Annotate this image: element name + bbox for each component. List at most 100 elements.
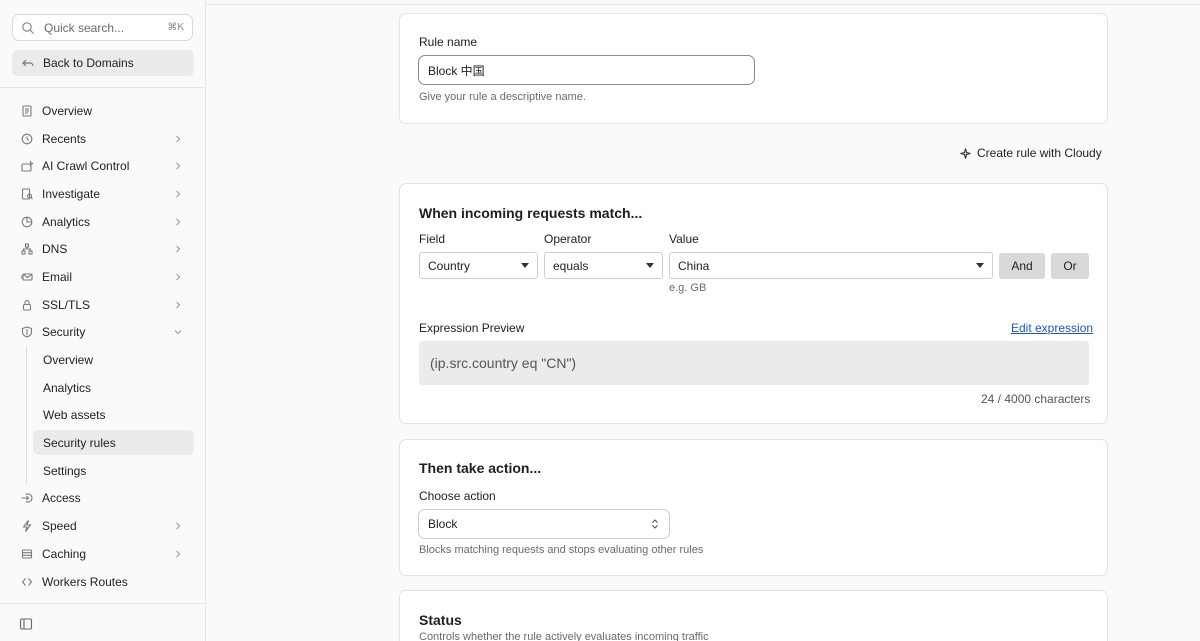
- sidebar-item-label: Analytics: [42, 214, 91, 229]
- action-title: Then take action...: [419, 460, 542, 476]
- updown-chevron-icon: [650, 518, 660, 530]
- chevron-right-icon: [172, 188, 184, 200]
- action-select[interactable]: Block: [418, 509, 670, 539]
- sidebar-item-label: Recents: [42, 131, 87, 146]
- sidebar-subitem-web-assets[interactable]: Web assets: [0, 402, 206, 430]
- quick-search-input[interactable]: Quick search... ⌘K: [12, 14, 193, 41]
- operator-select-value: equals: [553, 258, 589, 273]
- security-submenu: Overview Analytics Web assets Security r…: [0, 346, 206, 486]
- expression-text: (ip.src.country eq "CN"): [430, 355, 577, 371]
- cloudy-label: Create rule with Cloudy: [977, 146, 1102, 160]
- caret-down-icon: [976, 263, 984, 268]
- operator-select[interactable]: equals: [544, 252, 663, 279]
- rule-name-card: Rule name Block 中国 Give your rule a desc…: [399, 13, 1108, 124]
- choose-action-label: Choose action: [419, 489, 496, 503]
- sidebar-subitem-label: Security rules: [43, 436, 116, 451]
- chevron-right-icon: [172, 160, 184, 172]
- lock-icon: [20, 298, 34, 312]
- caching-icon: [20, 547, 34, 561]
- sidebar-item-speed[interactable]: Speed: [0, 512, 206, 540]
- sparkle-icon: [959, 147, 972, 160]
- sidebar-item-label: Email: [42, 269, 73, 284]
- sidebar-item-label: Speed: [42, 519, 77, 534]
- chevron-right-icon: [172, 216, 184, 228]
- sidebar-item-caching[interactable]: Caching: [0, 540, 206, 568]
- sidebar-subitem-settings[interactable]: Settings: [0, 457, 206, 485]
- email-icon: [20, 270, 34, 284]
- or-button[interactable]: Or: [1051, 253, 1089, 279]
- field-select-value: Country: [428, 258, 471, 273]
- or-label: Or: [1063, 259, 1077, 273]
- sidebar-item-label: Caching: [42, 546, 87, 561]
- sidebar-item-dns[interactable]: DNS: [0, 235, 206, 263]
- field-select[interactable]: Country: [419, 252, 538, 279]
- sidebar-subitem-analytics[interactable]: Analytics: [0, 374, 206, 402]
- chevron-right-icon: [172, 520, 184, 532]
- rule-name-label: Rule name: [419, 35, 478, 49]
- sidebar-item-label: Workers Routes: [42, 574, 128, 589]
- value-label: Value: [669, 232, 699, 246]
- clock-icon: [20, 132, 34, 146]
- sidebar-item-workers-routes[interactable]: Workers Routes: [0, 568, 206, 596]
- chevron-right-icon: [172, 299, 184, 311]
- action-select-value: Block: [428, 517, 458, 531]
- match-card: When incoming requests match... Field Op…: [399, 183, 1108, 424]
- expression-preview: (ip.src.country eq "CN"): [419, 341, 1089, 385]
- sidebar-nav: Overview Recents AI Crawl Control Invest…: [0, 97, 206, 595]
- back-to-domains-label: Back to Domains: [43, 56, 134, 70]
- field-label: Field: [419, 232, 446, 246]
- sidebar-item-label: Overview: [42, 103, 93, 118]
- edit-expression-link[interactable]: Edit expression: [1011, 321, 1093, 335]
- sidebar-item-recents[interactable]: Recents: [0, 125, 206, 153]
- chevron-right-icon: [172, 271, 184, 283]
- caret-down-icon: [521, 263, 529, 268]
- sidebar-subitem-overview[interactable]: Overview: [0, 346, 206, 374]
- and-label: And: [1011, 259, 1033, 273]
- sidebar-item-label: DNS: [42, 242, 68, 257]
- sidebar-item-investigate[interactable]: Investigate: [0, 180, 206, 208]
- sidebar-item-label: Access: [42, 491, 81, 506]
- sidebar-item-label: AI Crawl Control: [42, 159, 130, 174]
- sidebar-item-ai-crawl-control[interactable]: AI Crawl Control: [0, 152, 206, 180]
- and-button[interactable]: And: [999, 253, 1045, 279]
- sidebar-subitem-security-rules[interactable]: Security rules: [0, 429, 206, 457]
- shield-icon: [20, 325, 34, 339]
- investigate-icon: [20, 187, 34, 201]
- chevron-right-icon: [172, 548, 184, 560]
- rule-name-help: Give your rule a descriptive name.: [419, 91, 586, 103]
- sidebar-subitem-label: Analytics: [43, 380, 92, 395]
- expression-preview-label: Expression Preview: [419, 321, 525, 335]
- sidebar-item-email[interactable]: Email: [0, 263, 206, 291]
- sidebar-divider: [0, 87, 206, 88]
- sidebar-item-label: Investigate: [42, 186, 101, 201]
- operator-label: Operator: [544, 232, 592, 246]
- create-rule-with-cloudy-button[interactable]: Create rule with Cloudy: [959, 146, 1102, 160]
- sidebar-item-label: SSL/TLS: [42, 297, 91, 312]
- caret-down-icon: [646, 263, 654, 268]
- value-select-value: China: [678, 258, 710, 273]
- sidebar-subitem-label: Web assets: [43, 408, 106, 423]
- speed-icon: [20, 519, 34, 533]
- action-card: Then take action... Choose action Block …: [399, 439, 1108, 576]
- sidebar-item-analytics[interactable]: Analytics: [0, 208, 206, 236]
- sidebar-item-security[interactable]: Security: [0, 319, 206, 347]
- sidebar-item-overview[interactable]: Overview: [0, 97, 206, 125]
- top-divider: [206, 4, 1200, 5]
- sidebar-toggle-icon[interactable]: [19, 617, 33, 631]
- action-help: Blocks matching requests and stops evalu…: [419, 544, 704, 556]
- chevron-down-icon: [172, 326, 184, 338]
- sidebar-item-ssl-tls[interactable]: SSL/TLS: [0, 291, 206, 319]
- value-select[interactable]: China: [669, 252, 993, 279]
- search-icon: [21, 21, 35, 35]
- ai-crawl-icon: [20, 159, 34, 173]
- back-to-domains-button[interactable]: Back to Domains: [12, 50, 194, 76]
- search-shortcut: ⌘K: [167, 22, 184, 33]
- sidebar-footer: [0, 603, 206, 641]
- sidebar: Quick search... ⌘K Back to Domains Overv…: [0, 0, 206, 641]
- sidebar-item-access[interactable]: Access: [0, 485, 206, 513]
- analytics-icon: [20, 215, 34, 229]
- status-help: Controls whether the rule actively evalu…: [419, 631, 709, 641]
- chevron-right-icon: [172, 133, 184, 145]
- search-placeholder: Quick search...: [44, 20, 125, 35]
- rule-name-input[interactable]: Block 中国: [418, 55, 755, 85]
